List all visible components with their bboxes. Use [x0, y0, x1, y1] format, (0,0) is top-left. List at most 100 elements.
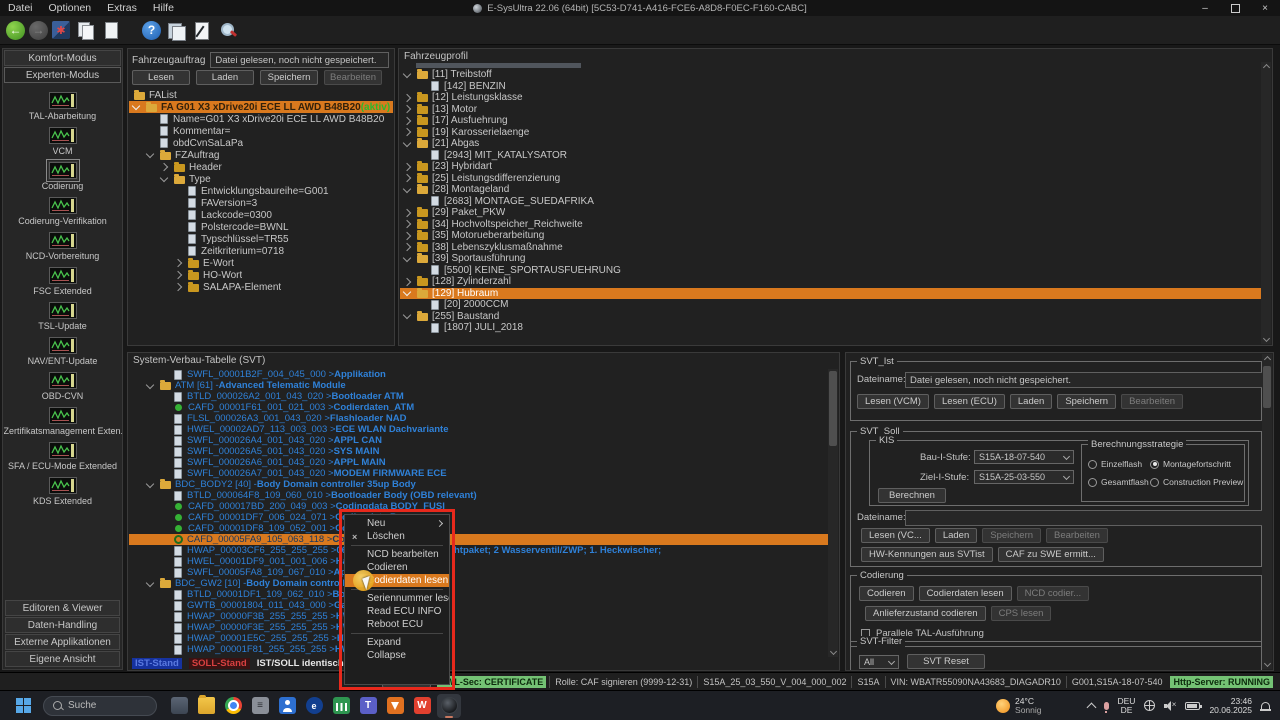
search-input[interactable]: Suche [43, 695, 157, 716]
profile-tree-row[interactable]: [23] Hybridart [400, 161, 1271, 173]
profile-tree-row[interactable]: [5500] KEINE_SPORTAUSFUEHRUNG [400, 265, 1271, 277]
scroll-down-icon[interactable] [829, 647, 837, 656]
svt-tree-row[interactable]: BDC_BODY2 [40] - Body Domain controller … [129, 479, 838, 490]
menu-datei[interactable]: Datei [8, 2, 33, 14]
fa-tree-row[interactable]: FZAuftrag [129, 149, 393, 161]
fa-tree-row[interactable]: FAVersion=3 [129, 197, 393, 209]
clock[interactable]: 23:46 20.06.2025 [1209, 696, 1252, 715]
svt-tree-row[interactable]: CAFD_00001F61_001_021_003 > Codierdaten_… [129, 402, 838, 413]
svt-soll-button-bearbeiten[interactable]: Bearbeiten [1046, 528, 1108, 543]
expander-icon[interactable] [402, 277, 412, 286]
menu-item-expand[interactable]: Expand [345, 636, 449, 649]
help-icon[interactable] [142, 20, 161, 40]
expander-icon[interactable] [173, 270, 183, 280]
svt-tree-row[interactable]: CAFD_00005FA9_105_063_118 > Codingdata B [129, 534, 838, 545]
taskbar-app-monitor-icon[interactable] [329, 694, 353, 718]
sidebar-item-obd-cvn[interactable]: OBD-CVN [3, 371, 122, 406]
profile-tree-row[interactable]: [38] Lebenszyklusmaßnahme [400, 241, 1271, 254]
fa-tree-row[interactable]: SALAPA-Element [129, 281, 393, 293]
expander-icon[interactable] [402, 184, 412, 193]
expander-icon[interactable] [402, 128, 412, 137]
right-scrollbar[interactable] [1262, 354, 1272, 669]
expander-icon[interactable] [159, 173, 169, 183]
svt-tree-row[interactable]: ATM [61] - Advanced Telematic Module [129, 380, 838, 391]
svt-tree-row[interactable]: SWFL_00005FA8_109_067_010 > Application … [129, 567, 838, 578]
fa-tree-row[interactable]: Name=G01 X3 xDrive20i ECE LL AWD B48B20 [129, 113, 393, 125]
taskbar-app-calculator-icon[interactable] [167, 694, 191, 718]
taskbar-app-wps-icon[interactable]: W [410, 694, 434, 718]
right-scroll-thumb[interactable] [1263, 366, 1271, 408]
taskbar-app-eset-icon[interactable]: e [302, 694, 326, 718]
svt-soll-button-lesen-vc[interactable]: Lesen (VC... [861, 528, 930, 543]
fa-tree-row[interactable]: Lackcode=0300 [129, 209, 393, 221]
svt-tree-row[interactable]: BTLD_000026A2_001_043_020 > Bootloader A… [129, 391, 838, 402]
fa-tree-row[interactable]: Typschlüssel=TR55 [129, 233, 393, 245]
profile-tree-row[interactable]: [2683] MONTAGE_SUEDAFRIKA [400, 196, 1271, 208]
expander-icon[interactable] [402, 93, 412, 102]
profile-tree-row[interactable]: [34] Hochvoltspeicher_Reichweite [400, 218, 1271, 231]
search-sign-icon[interactable] [217, 19, 239, 41]
svt-tree-row[interactable]: GWTB_00001804_011_043_000 > Gatewaytabl [129, 600, 838, 611]
expander-icon[interactable] [402, 208, 412, 217]
fa-tree-row[interactable]: Header [129, 161, 393, 173]
expander-icon[interactable] [173, 282, 183, 292]
expander-icon[interactable] [145, 578, 155, 587]
taskbar-app-signtool-icon[interactable] [383, 694, 407, 718]
profile-tree-row[interactable]: [13] Motor [400, 103, 1271, 116]
taskbar-app-utility-icon[interactable]: ≡ [248, 694, 272, 718]
svt-tree-row[interactable]: HWAP_00001F81_255_255_255 > HW_OPTION [129, 644, 838, 655]
radio-montagefortschritt[interactable]: Montagefortschritt [1150, 459, 1243, 469]
svt-tree-row[interactable]: SWFL_000026A7_001_043_020 > MODEM FIRMWA… [129, 468, 838, 479]
svt-ist-button-laden[interactable]: Laden [1009, 394, 1053, 409]
menu-item-reboot-ecu[interactable]: Reboot ECU [345, 618, 449, 631]
profile-tree-row[interactable]: [255] Baustand [400, 310, 1271, 323]
volume-muted-icon[interactable] [1164, 700, 1176, 711]
sidebar-mode-komfort-modus[interactable]: Komfort-Modus [4, 50, 121, 66]
profile-tree-row[interactable]: [2943] MIT_KATALYSATOR [400, 150, 1271, 162]
expander-icon[interactable] [402, 116, 412, 125]
expander-icon[interactable] [402, 69, 412, 78]
menu-extras[interactable]: Extras [107, 2, 137, 14]
keyboard-language[interactable]: DEU DE [1118, 696, 1136, 715]
svt-tree-row[interactable]: HWAP_00000F3E_255_255_255 > HW_OPTION [129, 622, 838, 633]
expander-icon[interactable] [402, 174, 412, 183]
berechnen-button[interactable]: Berechnen [878, 488, 946, 503]
fa-button-laden[interactable]: Laden [196, 70, 254, 85]
sidebar-item-ncd-vorbereitung[interactable]: NCD-Vorbereitung [3, 231, 122, 266]
fa-button-speichern[interactable]: Speichern [260, 70, 318, 85]
svt-scroll-thumb[interactable] [829, 371, 837, 446]
menu-optionen[interactable]: Optionen [49, 2, 92, 14]
new-document-icon[interactable] [100, 19, 122, 41]
svt-tree-row[interactable]: CAFD_00001DF8_109_052_001 > Codingdata B [129, 523, 838, 534]
taskbar-app-explorer-icon[interactable] [194, 694, 218, 718]
copy-icon[interactable] [74, 19, 96, 41]
fa-filename-field[interactable]: Datei gelesen, noch nicht gespeichert. [210, 52, 389, 68]
fa-tree-row[interactable]: Zeitkriterium=0718 [129, 245, 393, 257]
svt-scrollbar[interactable] [828, 369, 838, 657]
fa-button-lesen[interactable]: Lesen [132, 70, 190, 85]
profile-tree-row[interactable]: [129] Hubraum [400, 287, 1271, 299]
fa-tree-row[interactable]: obdCvnSaLaPa [129, 137, 393, 149]
svt-tree-row[interactable]: BTLD_00001DF1_109_062_010 > Bootloader G [129, 589, 838, 600]
sidebar-button-eigene-ansicht[interactable]: Eigene Ansicht [5, 651, 120, 667]
svt-tree-row[interactable]: CAFD_000017BD_200_049_003 > Codingdata B… [129, 501, 838, 512]
svt-tree-row[interactable]: BTLD_000064F8_109_060_010 > Bootloader B… [129, 490, 838, 501]
sidebar-item-tal-abarbeitung[interactable]: TAL-Abarbeitung [3, 91, 122, 126]
expander-icon[interactable] [402, 253, 412, 262]
codierung-button-codierdaten-lesen[interactable]: Codierdaten lesen [918, 586, 1012, 601]
weather-widget[interactable]: 24°C Sonnig [996, 696, 1042, 715]
menu-item-ncd-bearbeiten[interactable]: NCD bearbeiten [345, 548, 449, 561]
profile-tree-row[interactable]: [20] 2000CCM [400, 299, 1271, 311]
fa-tree-row[interactable]: Polstercode=BWNL [129, 221, 393, 233]
svt-ist-button-lesen-ecu[interactable]: Lesen (ECU) [933, 394, 1005, 409]
svt-reset-button[interactable]: SVT Reset [907, 654, 985, 669]
profile-scrollbar[interactable] [1261, 62, 1271, 344]
expander-icon[interactable] [145, 380, 155, 389]
menu-item-read-ecu-info[interactable]: Read ECU INFO [345, 605, 449, 618]
scroll-up-icon[interactable] [1262, 63, 1270, 72]
svt-tree-row[interactable]: HWAP_00003CF6_255_255_255 > 06 LIN/J; NS… [129, 545, 838, 556]
profile-tree-row[interactable]: [29] Paket_PKW [400, 207, 1271, 219]
svt-tree-row[interactable]: SWFL_000026A5_001_043_020 > SYS MAIN [129, 446, 838, 457]
profile-tree-row[interactable]: [11] Treibstoff [400, 69, 1271, 81]
expander-icon[interactable] [131, 101, 141, 111]
